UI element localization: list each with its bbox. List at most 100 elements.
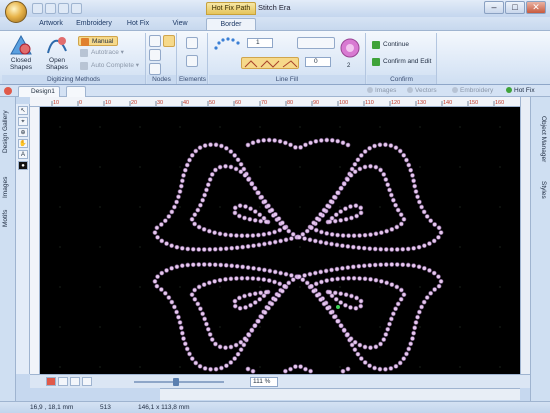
filter-images[interactable]: Images — [367, 87, 396, 94]
close-button[interactable]: ✕ — [526, 1, 546, 14]
zoom-slider-thumb[interactable] — [173, 378, 179, 386]
open-shapes-icon[interactable] — [46, 35, 68, 55]
vertical-scrollbar[interactable] — [520, 97, 530, 374]
save-icon[interactable] — [32, 3, 43, 14]
filter-embroidery[interactable]: Embroidery — [452, 87, 493, 94]
grid-dot — [379, 126, 381, 128]
line-style-buttons[interactable] — [241, 57, 299, 69]
horizontal-scrollbar[interactable] — [160, 388, 520, 400]
rhinestone — [428, 219, 433, 223]
rhinestone — [197, 262, 201, 267]
design-canvas[interactable] — [40, 107, 520, 374]
group-nodes: Nodes — [147, 33, 177, 84]
tab-artwork[interactable]: Artwork — [36, 18, 66, 30]
grid-dot — [59, 126, 61, 128]
rhinestone — [251, 266, 256, 270]
rhinestone — [180, 246, 185, 251]
doc-tab-new[interactable] — [66, 86, 86, 97]
zoom-slider[interactable] — [134, 381, 224, 383]
autotrace-button[interactable]: Autotrace ▾ — [78, 48, 138, 58]
element-remove-icon[interactable] — [186, 55, 198, 67]
node-curve-icon[interactable] — [163, 35, 175, 47]
rhinestone — [368, 277, 373, 282]
tab-embroidery[interactable]: Embroidery — [74, 18, 114, 30]
doc-tab-design1[interactable]: Design1 — [18, 86, 60, 97]
closed-shapes-button[interactable]: Closed Shapes — [8, 57, 34, 71]
node-select-icon[interactable] — [149, 49, 161, 61]
tab-view[interactable]: View — [169, 18, 191, 30]
motifs-tab[interactable]: Motifs — [2, 205, 13, 231]
stone-tool-icon[interactable]: ● — [18, 161, 28, 170]
rhinestone — [232, 153, 237, 158]
open-shapes-button[interactable]: Open Shapes — [44, 57, 70, 71]
rhinestone — [374, 345, 378, 349]
element-add-icon[interactable] — [186, 37, 198, 49]
rhinestone — [389, 317, 394, 321]
ribbon-tabs: Artwork Embroidery Hot Fix View Border — [0, 17, 550, 30]
rhinestone — [203, 143, 207, 148]
rhinestone — [193, 212, 197, 217]
rhinestone — [349, 216, 354, 220]
dropdown-icon[interactable] — [71, 3, 82, 14]
pan-tool-icon[interactable]: ✋ — [18, 139, 28, 148]
selected-node[interactable] — [336, 305, 340, 309]
undo-icon[interactable] — [45, 3, 56, 14]
maximize-button[interactable]: □ — [505, 1, 525, 14]
node-edit-icon[interactable] — [149, 63, 161, 75]
document-menu-icon[interactable] — [4, 87, 12, 95]
rhinestone — [351, 265, 356, 269]
rhinestone — [180, 179, 185, 183]
reshape-tool-icon[interactable]: ⌖ — [18, 117, 28, 126]
rhinestone — [427, 241, 432, 246]
group-label-elements: Elements — [178, 75, 207, 84]
minimize-button[interactable]: – — [484, 1, 504, 14]
grid-icon[interactable] — [58, 377, 68, 386]
manual-button[interactable]: Manual — [78, 36, 118, 46]
rhinestone — [363, 233, 367, 237]
rhinestone — [346, 234, 351, 238]
zoom-level-field[interactable]: 111 % — [250, 377, 278, 387]
radio-icon — [452, 87, 458, 93]
rhinestone — [432, 271, 436, 275]
stone-preview-icon[interactable] — [339, 37, 361, 59]
rhinestone — [378, 168, 383, 172]
rhinestone — [208, 367, 213, 371]
rhinestone — [262, 232, 266, 237]
design-gallery-tab[interactable]: Design Gallery — [2, 107, 13, 157]
images-tab[interactable]: Images — [2, 173, 13, 201]
app-menu-button[interactable] — [5, 1, 27, 23]
redo-icon[interactable] — [58, 3, 69, 14]
select-tool-icon[interactable]: ↖ — [18, 106, 28, 115]
snap-icon[interactable] — [70, 377, 80, 386]
tab-hot-fix[interactable]: Hot Fix — [124, 18, 152, 30]
stone-count-spinner[interactable]: 1 — [247, 38, 273, 48]
closed-shapes-icon[interactable] — [10, 35, 32, 55]
tab-border[interactable]: Border — [206, 18, 256, 30]
rhinestone — [383, 367, 388, 371]
spacing-buttons[interactable] — [297, 37, 335, 49]
node-line-icon[interactable] — [149, 35, 161, 47]
continue-button[interactable]: Continue — [370, 40, 432, 50]
text-tool-icon[interactable]: A — [18, 150, 28, 159]
rhinestone — [229, 165, 233, 169]
zoom-tool-icon[interactable]: ⊕ — [18, 128, 28, 137]
filter-hot-fix[interactable]: Hot Fix — [506, 87, 535, 94]
rhinestone — [223, 164, 228, 168]
grid-dot — [419, 326, 421, 328]
object-manager-tab[interactable]: Object Manager — [536, 107, 547, 171]
rhinestone — [330, 138, 334, 143]
styles-tab[interactable]: Styles — [536, 177, 547, 203]
confirm-and-edit-button[interactable]: Confirm and Edit — [370, 57, 436, 67]
offset-spinner[interactable]: 0 — [305, 57, 331, 67]
auto-complete-button[interactable]: Auto Complete ▾ — [78, 61, 144, 71]
grid-dot — [59, 326, 61, 328]
rhinestone — [340, 266, 345, 270]
rhinestone — [246, 332, 251, 337]
view-mode-icon[interactable] — [82, 377, 92, 386]
filter-vectors-label: Vectors — [415, 87, 437, 94]
rhinestone — [359, 299, 363, 303]
rhinestone — [391, 312, 396, 316]
rhinestone — [267, 231, 271, 236]
filter-vectors[interactable]: Vectors — [407, 87, 437, 94]
record-icon[interactable] — [46, 377, 56, 386]
